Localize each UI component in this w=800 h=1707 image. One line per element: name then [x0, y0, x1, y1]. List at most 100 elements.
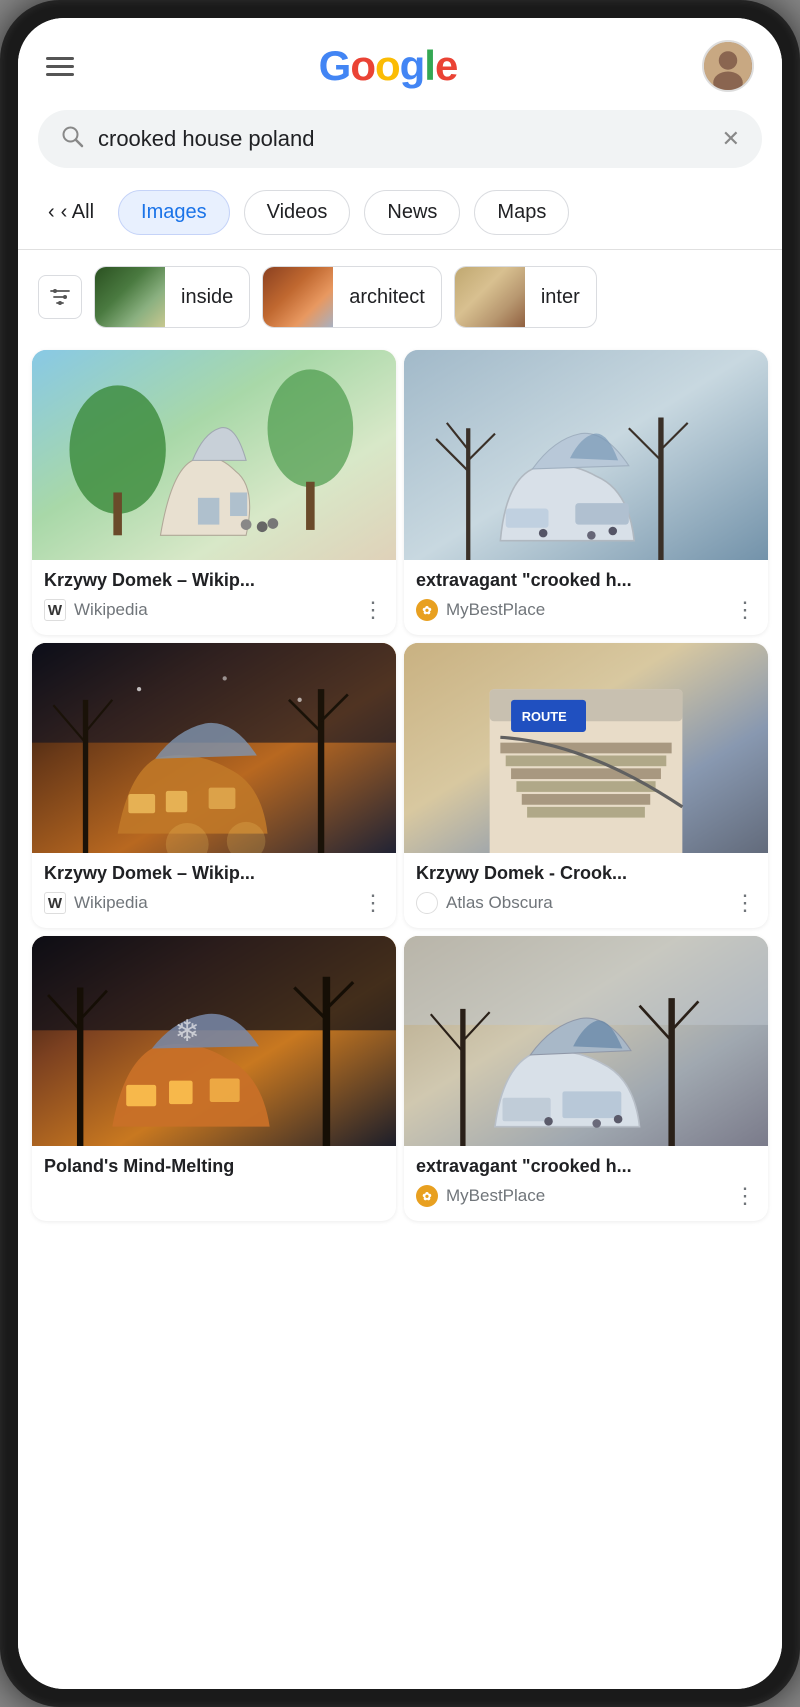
mybestplace-icon-2: ✿: [416, 599, 438, 621]
image-card-1-info: Krzywy Domek – Wikip... W Wikipedia ⋮: [32, 560, 396, 635]
tab-news[interactable]: News: [364, 190, 460, 235]
image-card-2-source: ✿ MyBestPlace ⋮: [416, 597, 756, 623]
logo-o2: o: [375, 42, 400, 89]
tab-images[interactable]: Images: [118, 190, 230, 235]
image-card-4[interactable]: ROUTE Krzywy Domek - Crook... ⊙ Atlas Ob…: [404, 643, 768, 928]
image-card-5[interactable]: ❄ Poland's Mind-Melting: [32, 936, 396, 1221]
filter-icon-button[interactable]: [38, 275, 82, 319]
chip-inside-thumbnail: [95, 267, 165, 327]
tab-all-label[interactable]: ‹ All: [61, 201, 94, 224]
image-6-svg: [404, 936, 768, 1146]
image-card-3-source: W Wikipedia ⋮: [44, 890, 384, 916]
image-card-2-title: extravagant "crooked h...: [416, 570, 756, 591]
image-card-6-title: extravagant "crooked h...: [416, 1156, 756, 1177]
more-options-3[interactable]: ⋮: [362, 890, 384, 916]
image-card-2-photo: [404, 350, 768, 560]
logo-e: e: [435, 42, 457, 89]
image-card-2[interactable]: extravagant "crooked h... ✿ MyBestPlace …: [404, 350, 768, 635]
more-options-2[interactable]: ⋮: [734, 597, 756, 623]
chip-architect[interactable]: architect: [262, 266, 442, 328]
source-left-6: ✿ MyBestPlace: [416, 1185, 545, 1207]
tab-maps[interactable]: Maps: [474, 190, 569, 235]
chip-interior[interactable]: inter: [454, 266, 597, 328]
top-bar: Google: [18, 18, 782, 102]
image-card-5-photo: ❄: [32, 936, 396, 1146]
tab-images-label: Images: [141, 201, 207, 224]
image-card-3[interactable]: Krzywy Domek – Wikip... W Wikipedia ⋮: [32, 643, 396, 928]
source-name-6: MyBestPlace: [446, 1186, 545, 1206]
search-bar[interactable]: crooked house poland ✕: [38, 110, 762, 168]
image-5-svg: ❄: [32, 936, 396, 1146]
image-card-2-info: extravagant "crooked h... ✿ MyBestPlace …: [404, 560, 768, 635]
filter-tabs: ‹ ‹ All Images Videos News Maps: [18, 184, 782, 250]
logo-g: g: [400, 42, 425, 89]
hamburger-line-2: [46, 65, 74, 68]
image-1-svg: [32, 350, 396, 560]
chip-architect-thumbnail: [263, 267, 333, 327]
image-card-3-photo: [32, 643, 396, 853]
chip-architect-label: architect: [333, 286, 441, 309]
more-options-6[interactable]: ⋮: [734, 1183, 756, 1209]
source-name-4: Atlas Obscura: [446, 893, 553, 913]
back-arrow-icon: ‹: [48, 201, 55, 224]
image-card-3-title: Krzywy Domek – Wikip...: [44, 863, 384, 884]
image-card-4-info: Krzywy Domek - Crook... ⊙ Atlas Obscura …: [404, 853, 768, 928]
hamburger-line-3: [46, 73, 74, 76]
image-card-6[interactable]: extravagant "crooked h... ✿ MyBestPlace …: [404, 936, 768, 1221]
source-name-3: Wikipedia: [74, 893, 148, 913]
image-card-3-info: Krzywy Domek – Wikip... W Wikipedia ⋮: [32, 853, 396, 928]
image-card-6-photo: [404, 936, 768, 1146]
image-card-1-title: Krzywy Domek – Wikip...: [44, 570, 384, 591]
source-left-3: W Wikipedia: [44, 892, 148, 914]
logo-l: l: [424, 42, 435, 89]
image-3-svg: [32, 643, 396, 853]
image-card-4-title: Krzywy Domek - Crook...: [416, 863, 756, 884]
hamburger-line-1: [46, 57, 74, 60]
chip-inside-label: inside: [165, 286, 249, 309]
logo-G: G: [319, 42, 351, 89]
source-left-2: ✿ MyBestPlace: [416, 599, 545, 621]
svg-text:❄: ❄: [175, 1015, 200, 1048]
chip-interior-label: inter: [525, 286, 596, 309]
tab-videos-label: Videos: [267, 201, 328, 224]
tab-all[interactable]: ‹ ‹ All: [38, 195, 104, 230]
image-card-4-source: ⊙ Atlas Obscura ⋮: [416, 890, 756, 916]
hamburger-menu-button[interactable]: [46, 57, 74, 76]
user-avatar[interactable]: [702, 40, 754, 92]
image-2-svg: [404, 350, 768, 560]
screen-content: Google crooked h: [18, 18, 782, 1689]
image-card-1-photo: [32, 350, 396, 560]
tab-news-label: News: [387, 201, 437, 224]
mybestplace-icon-6: ✿: [416, 1185, 438, 1207]
chip-inside[interactable]: inside: [94, 266, 250, 328]
google-logo: Google: [319, 42, 458, 90]
image-filter-chips: inside architect inter: [18, 250, 782, 342]
wikipedia-icon-3: W: [44, 892, 66, 914]
source-name-2: MyBestPlace: [446, 600, 545, 620]
image-card-5-info: Poland's Mind-Melting: [32, 1146, 396, 1195]
more-options-4[interactable]: ⋮: [734, 890, 756, 916]
source-left-4: ⊙ Atlas Obscura: [416, 892, 553, 914]
more-options-1[interactable]: ⋮: [362, 597, 384, 623]
avatar-image: [704, 40, 752, 92]
tab-videos[interactable]: Videos: [244, 190, 351, 235]
tab-maps-label: Maps: [497, 201, 546, 224]
image-card-5-title: Poland's Mind-Melting: [44, 1156, 384, 1177]
image-card-4-photo: ROUTE: [404, 643, 768, 853]
chip-interior-thumbnail: [455, 267, 525, 327]
image-4-svg: ROUTE: [404, 643, 768, 853]
image-grid: Krzywy Domek – Wikip... W Wikipedia ⋮: [18, 342, 782, 1229]
phone-frame: Google crooked h: [0, 0, 800, 1707]
phone-screen: Google crooked h: [18, 18, 782, 1689]
clear-search-button[interactable]: ✕: [722, 126, 740, 152]
svg-text:ROUTE: ROUTE: [522, 709, 567, 724]
image-card-6-info: extravagant "crooked h... ✿ MyBestPlace …: [404, 1146, 768, 1221]
search-icon: [60, 124, 84, 154]
logo-o1: o: [350, 42, 375, 89]
wikipedia-icon-1: W: [44, 599, 66, 621]
image-card-6-source: ✿ MyBestPlace ⋮: [416, 1183, 756, 1209]
search-query[interactable]: crooked house poland: [98, 126, 708, 152]
image-card-1-source: W Wikipedia ⋮: [44, 597, 384, 623]
source-name-1: Wikipedia: [74, 600, 148, 620]
image-card-1[interactable]: Krzywy Domek – Wikip... W Wikipedia ⋮: [32, 350, 396, 635]
